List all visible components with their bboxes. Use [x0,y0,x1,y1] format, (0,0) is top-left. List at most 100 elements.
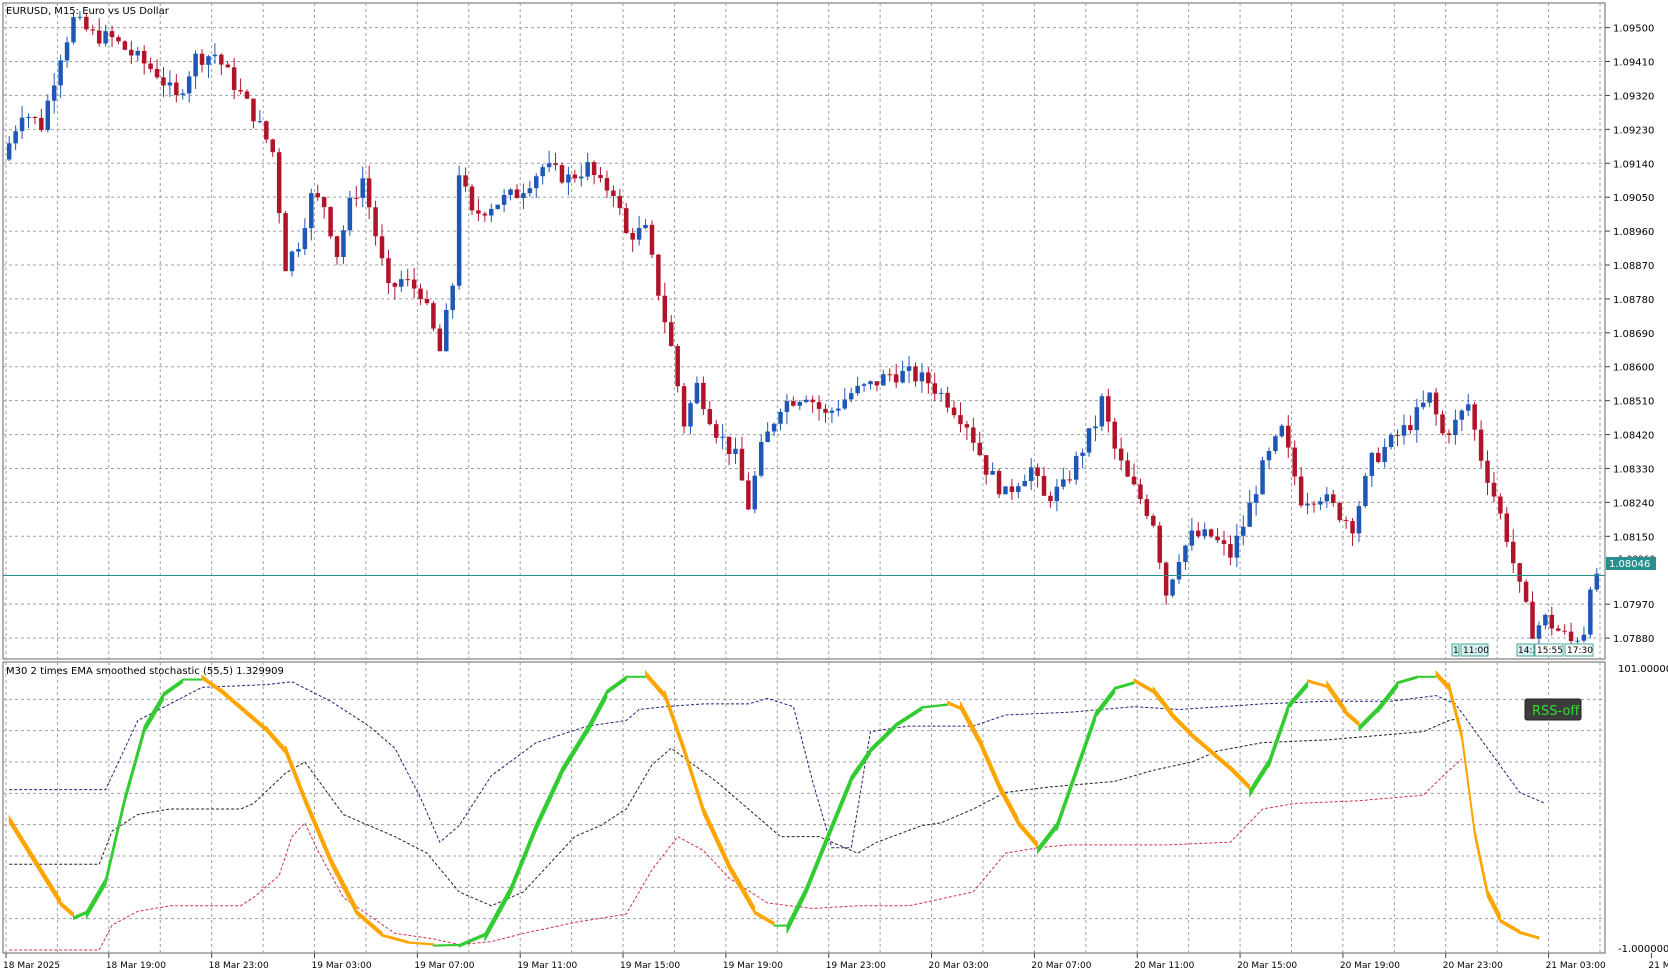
y-tick-label: 1.09410 [1613,58,1654,69]
candle-body [534,176,539,189]
candle-body [167,82,173,86]
candle-body [1215,536,1220,541]
candle-body [508,189,513,195]
candle-body [848,393,854,400]
candle-body [354,197,359,199]
candle-body [1305,503,1310,506]
candle-body [1208,529,1214,537]
candle-body [1054,486,1060,502]
x-tick-label: 20 Mar 23:00 [1443,961,1503,971]
candle-body [1510,541,1516,564]
candle-body [321,197,327,208]
candle-body [1298,476,1304,506]
candle-body [752,475,758,510]
candle-body [1028,467,1034,482]
candle-body [257,121,263,123]
y-tick-label: 1.08510 [1613,397,1654,408]
candle-body [1144,499,1150,516]
rss-off-button[interactable]: RSS-off [1524,698,1582,721]
candle-body [810,399,815,403]
candle-body [1061,479,1066,487]
candle-body [713,424,719,438]
y-tick-label: 1.08330 [1613,464,1654,475]
candle-body [135,50,141,56]
candle-body [418,288,423,299]
candle-body [1286,425,1291,448]
candle-body [231,67,237,90]
candle-body [450,285,455,310]
candle-body [746,480,751,510]
candle-body [341,230,346,258]
candle-body [1009,486,1015,492]
candle-body [1485,460,1490,483]
candle-body [1022,481,1027,487]
candle-body [148,63,153,69]
main-chart-frame[interactable] [2,2,1606,660]
current-price-tag: 1.08060 1.08046 [1606,555,1656,570]
main-chart-title: EURUSD, M15: Euro vs US Dollar [6,6,170,17]
candle-body [1401,425,1407,436]
candle-body [71,17,76,43]
candle-body [360,178,365,198]
candle-body [392,283,398,287]
candle-body [109,31,115,38]
candle-body [913,366,918,382]
candle-body [476,210,481,214]
candle-body [778,411,783,424]
x-tick-label: 19 Mar 23:00 [826,961,886,971]
candle-body [765,431,770,443]
candle-body [283,213,288,272]
candle-body [1241,526,1246,536]
time-marker-label: 17:30 [1567,646,1593,656]
y-tick-label: 1.07970 [1613,600,1654,611]
candle-body [611,190,616,197]
candle-body [1408,425,1413,431]
candle-body [334,236,340,258]
x-tick-label: 20 Mar 11:00 [1134,961,1194,971]
candle-body [958,415,963,425]
candle-body [45,100,51,131]
candle-body [591,162,597,176]
candle-body [1234,535,1240,558]
candle-body [668,322,674,346]
rss-button-label[interactable]: RSS-off [1532,704,1580,719]
candle-body [1433,392,1439,415]
x-tick-label: 19 Mar 19:00 [723,961,783,971]
candle-body [996,471,1002,495]
candle-body [122,41,128,50]
candle-body [1260,460,1265,495]
x-tick-label: 20 Mar 15:00 [1237,961,1297,971]
candle-body [1343,520,1349,522]
x-tick-label: 18 Mar 2025 [3,961,60,971]
indicator-top-scale: 101.000000 [1618,664,1668,675]
candle-body [116,37,121,42]
candle-body [1253,494,1259,503]
x-tick-label: 20 Mar 07:00 [1031,961,1091,971]
candle-body [1568,631,1574,642]
candle-body [906,366,912,371]
candle-body [971,427,976,443]
candle-body [489,208,494,216]
candle-body [1170,579,1175,596]
candle-body [1221,540,1227,544]
candle-body [1478,429,1484,461]
indicator-bottom-scale: -1.000000 [1618,944,1668,955]
candle-body [527,188,533,194]
candle-body [739,448,745,481]
candle-body [803,399,809,402]
x-tick-label: 19 Mar 15:00 [620,961,680,971]
candle-body [244,91,250,99]
candle-body [1504,513,1510,542]
candle-body [900,370,905,383]
candle-body [1588,589,1593,635]
candle-body [797,401,803,406]
candle-body [1099,396,1105,427]
x-tick-label: 21 Mar 03:00 [1546,961,1606,971]
candle-body [96,30,102,44]
candle-body [399,279,404,287]
candle-body [1086,428,1092,453]
candle-body [251,98,256,122]
candle-body [212,54,218,57]
candle-body [1196,530,1201,537]
trading-chart[interactable]: 1.09500 1.09410 1.09320 1.09230 1.09140 1.090… [0,0,1668,974]
